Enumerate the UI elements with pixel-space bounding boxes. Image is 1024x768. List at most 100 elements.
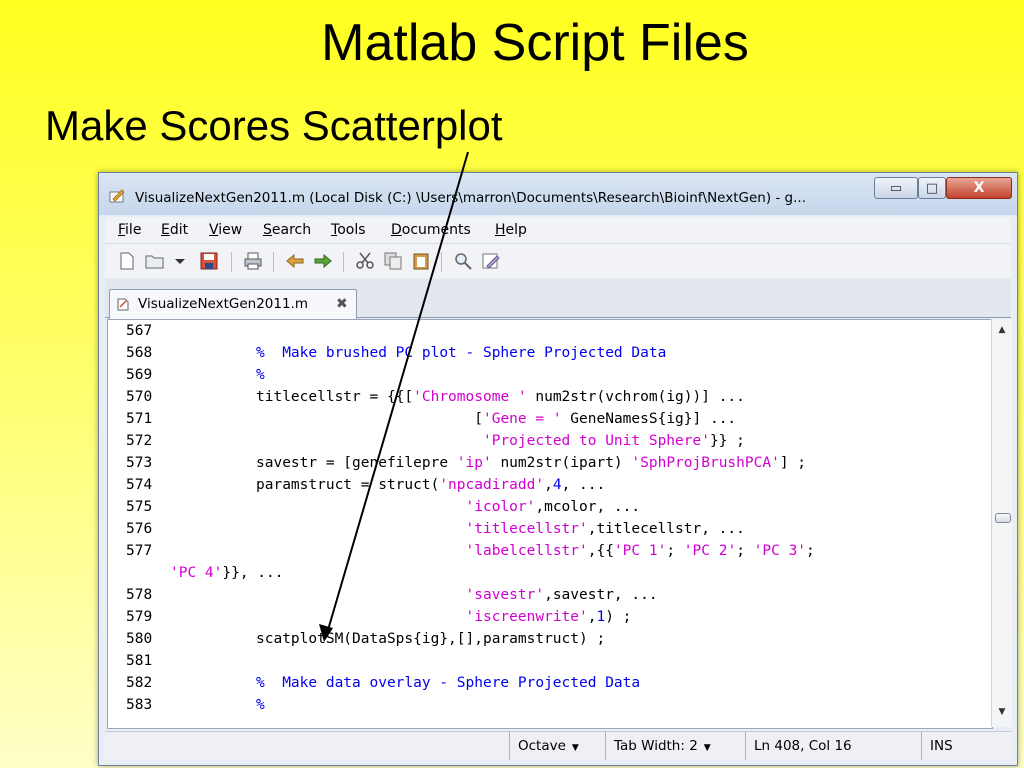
code-text: 'icolor',mcolor, ... [465, 499, 641, 515]
code-text: % [256, 697, 265, 713]
window-titlebar[interactable]: VisualizeNextGen2011.m (Local Disk (C:) … [99, 173, 1017, 215]
line-number: 583 [126, 697, 153, 713]
line-number: 582 [126, 675, 153, 691]
line-number: 567 [126, 323, 153, 339]
code-text: 'PC 4'}}, ... [170, 565, 284, 581]
close-icon: X [973, 180, 985, 196]
print-icon[interactable] [243, 252, 263, 270]
scroll-up-icon[interactable]: ▲ [992, 325, 1012, 335]
maximize-button[interactable]: □ [918, 177, 946, 199]
editor-window: VisualizeNextGen2011.m (Local Disk (C:) … [98, 172, 1018, 766]
line-number: 581 [126, 653, 153, 669]
menu-help[interactable]: Help [495, 222, 527, 238]
code-line: 579 'iscreenwrite',1) ; [108, 606, 992, 628]
code-text: % Make data overlay - Sphere Projected D… [256, 675, 641, 691]
code-text: % [256, 367, 265, 383]
menu-view[interactable]: View [209, 222, 242, 238]
toolbar-separator [441, 252, 442, 272]
line-number: 576 [126, 521, 153, 537]
line-number: 579 [126, 609, 153, 625]
save-icon[interactable] [199, 252, 219, 270]
code-text: paramstruct = struct('npcadiradd',4, ... [256, 477, 606, 493]
scroll-down-icon[interactable]: ▼ [992, 707, 1012, 717]
line-number: 577 [126, 543, 153, 559]
line-number: 578 [126, 587, 153, 603]
document-tabs: VisualizeNextGen2011.m ✖ [105, 279, 1011, 319]
slide-subtitle: Make Scores Scatterplot [45, 102, 503, 149]
line-number: 570 [126, 389, 153, 405]
maximize-icon: □ [925, 180, 939, 196]
toolbar [105, 244, 1011, 278]
code-text: scatplotSM(DataSps{ig},[],paramstruct) ; [256, 631, 606, 647]
copy-icon[interactable] [383, 252, 403, 270]
code-line: 582 % Make data overlay - Sphere Projecte… [108, 672, 992, 694]
code-line: 568 % Make brushed PC plot - Sphere Proje… [108, 342, 992, 364]
toolbar-separator [231, 252, 232, 272]
dropdown-arrow-icon: ▼ [571, 743, 579, 753]
line-number: 574 [126, 477, 153, 493]
dropdown-arrow-icon[interactable] [173, 252, 187, 270]
redo-icon[interactable] [313, 252, 333, 270]
code-text: 'labelcellstr',{{'PC 1'; 'PC 2'; 'PC 3'; [465, 543, 815, 559]
tab-close-icon[interactable]: ✖ [336, 296, 348, 312]
code-line: 569% [108, 364, 992, 386]
code-editor[interactable]: 567 568 % Make brushed PC plot - Sphere Pr… [107, 319, 993, 729]
code-line: 580 scatplotSM(DataSps{ig},[],paramstruct… [108, 628, 992, 650]
app-icon [109, 189, 125, 203]
cursor-position: Ln 408, Col 16 [745, 732, 921, 760]
line-number: 573 [126, 455, 153, 471]
paste-icon[interactable] [411, 252, 431, 270]
find-icon[interactable] [453, 252, 473, 270]
line-number: 569 [126, 367, 153, 383]
tab-width-selector[interactable]: Tab Width: 2 ▼ [605, 732, 745, 760]
toolbar-separator [273, 252, 274, 272]
window-title: VisualizeNextGen2011.m (Local Disk (C:) … [135, 190, 807, 206]
code-line: 573 savestr = [genefilepre 'ip' num2str(i… [108, 452, 992, 474]
tab-label: VisualizeNextGen2011.m [138, 296, 309, 312]
menu-file[interactable]: File [118, 222, 141, 238]
replace-icon[interactable] [481, 252, 501, 270]
close-button[interactable]: X [946, 177, 1012, 199]
menu-search[interactable]: Search [263, 222, 311, 238]
code-line: 572 'Projected to Unit Sphere'}} ; [108, 430, 992, 452]
minimize-button[interactable]: ▭ [874, 177, 918, 199]
tab-visualizenextgen2011[interactable]: VisualizeNextGen2011.m ✖ [109, 289, 357, 319]
code-line: 570 titlecellstr = {{['Chromosome ' num2s… [108, 386, 992, 408]
undo-icon[interactable] [285, 252, 305, 270]
code-line: 571 ['Gene = ' GeneNamesS{ig}] ... [108, 408, 992, 430]
code-text: % Make brushed PC plot - Sphere Projecte… [256, 345, 667, 361]
toolbar-separator [343, 252, 344, 272]
menu-tools[interactable]: Tools [331, 222, 366, 238]
code-line: 577 'labelcellstr',{{'PC 1'; 'PC 2'; 'PC… [108, 540, 992, 562]
code-line: 576 'titlecellstr',titlecellstr, ... [108, 518, 992, 540]
slide-title: Matlab Script Files [321, 14, 749, 72]
menu-documents[interactable]: Documents [391, 222, 471, 238]
menu-edit[interactable]: Edit [161, 222, 188, 238]
cut-icon[interactable] [355, 252, 375, 270]
menubar: File Edit View Search Tools Documents He… [105, 217, 1011, 244]
code-text: ['Gene = ' GeneNamesS{ig}] ... [256, 411, 737, 427]
code-line: 574 paramstruct = struct('npcadiradd',4, … [108, 474, 992, 496]
statusbar: Octave ▼ Tab Width: 2 ▼ Ln 408, Col 16 INS [105, 731, 1011, 760]
code-line: 581 [108, 650, 992, 672]
new-file-icon[interactable] [117, 252, 137, 270]
code-wrap-line: 'PC 4'}}, ... [108, 562, 992, 584]
scroll-thumb[interactable] [995, 513, 1011, 523]
document-icon [117, 298, 129, 311]
code-text: 'savestr',savestr, ... [465, 587, 658, 603]
code-text: 'Projected to Unit Sphere'}} ; [482, 433, 745, 449]
code-line: 575 'icolor',mcolor, ... [108, 496, 992, 518]
code-line: 583% [108, 694, 992, 716]
code-text: 'iscreenwrite',1) ; [465, 609, 632, 625]
open-folder-icon[interactable] [145, 252, 165, 270]
vertical-scrollbar[interactable]: ▲ ▼ [991, 319, 1012, 727]
language-selector[interactable]: Octave ▼ [509, 732, 605, 760]
code-text: 'titlecellstr',titlecellstr, ... [465, 521, 745, 537]
line-number: 568 [126, 345, 153, 361]
dropdown-arrow-icon: ▼ [703, 743, 711, 753]
line-number: 572 [126, 433, 153, 449]
code-text: titlecellstr = {{['Chromosome ' num2str(… [256, 389, 745, 405]
code-text: savestr = [genefilepre 'ip' num2str(ipar… [256, 455, 807, 471]
code-line: 578 'savestr',savestr, ... [108, 584, 992, 606]
code-line: 567 [108, 320, 992, 342]
